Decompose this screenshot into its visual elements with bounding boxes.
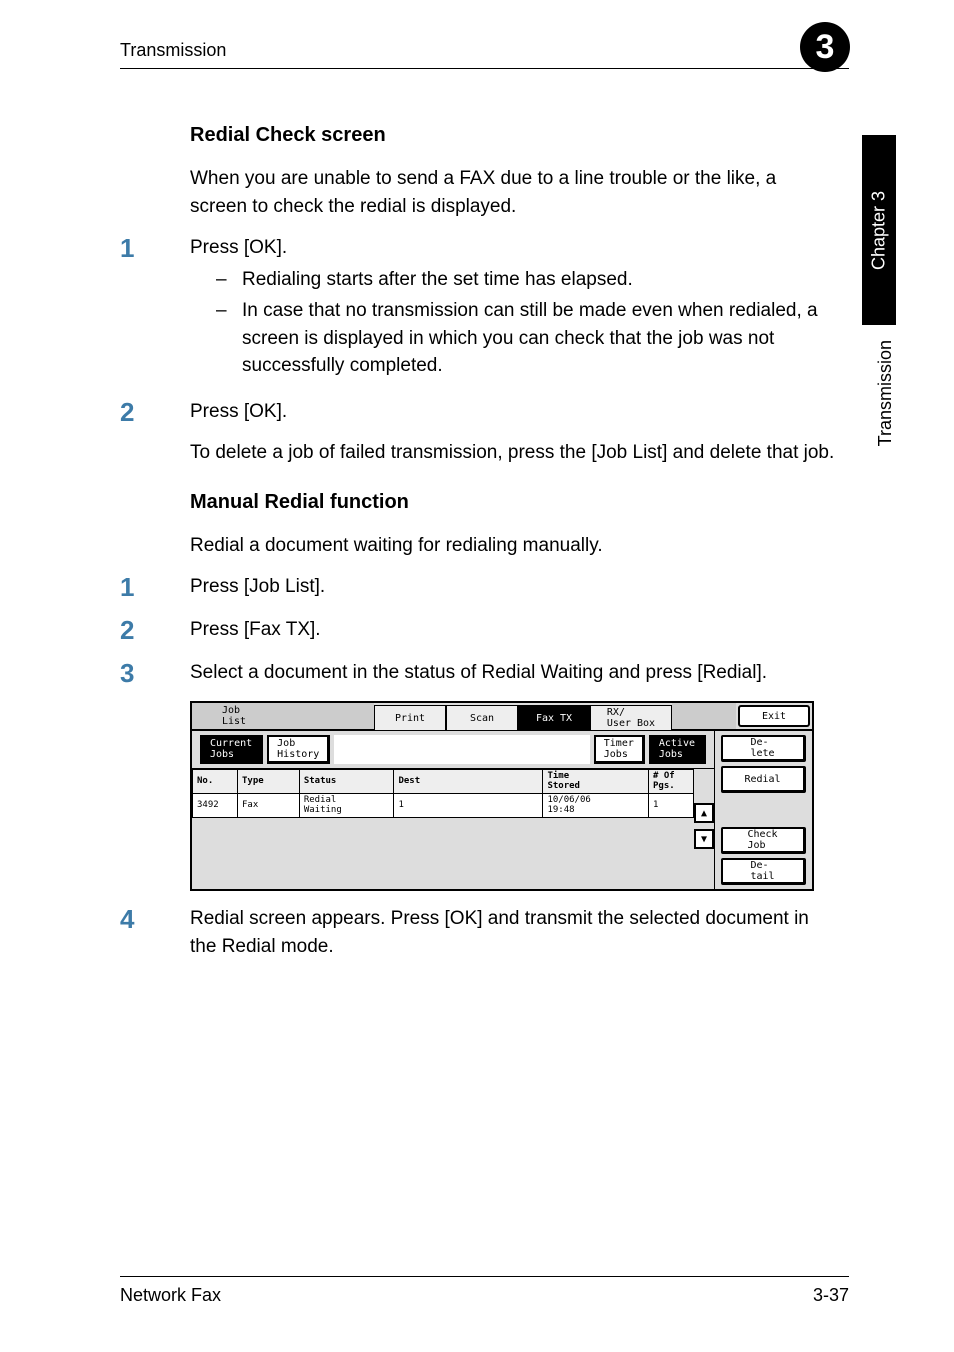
scroll-up-button[interactable]: ▲ (694, 803, 714, 823)
chapter-badge: 3 (800, 22, 850, 72)
step-3: 1 Press [Job List]. (120, 573, 838, 602)
tab-rx-user-box[interactable]: RX/User Box (590, 705, 672, 731)
cell-status: RedialWaiting (299, 794, 394, 818)
exit-button[interactable]: Exit (738, 705, 810, 727)
step-2: 2 Press [OK]. To delete a job of failed … (120, 398, 838, 467)
check-job-button[interactable]: CheckJob (721, 827, 806, 854)
cell-pages: 1 (649, 794, 694, 818)
step-5-number: 3 (120, 659, 190, 688)
arrow-up-icon: ▲ (701, 808, 707, 819)
col-pages: # OfPgs. (649, 770, 694, 794)
heading-manual-redial: Manual Redial function (120, 491, 838, 514)
job-table: No. Type Status Dest TimeStored # OfPgs.… (192, 769, 694, 818)
redial-button[interactable]: Redial (721, 766, 806, 793)
tab-scan[interactable]: Scan (446, 705, 518, 731)
step-4-number: 2 (120, 616, 190, 645)
delete-button[interactable]: De-lete (721, 735, 806, 762)
tab-print[interactable]: Print (374, 705, 446, 731)
step-1-sub-1: Redialing starts after the set time has … (190, 266, 838, 294)
cell-dest: 1 (394, 794, 543, 818)
subtab-active-jobs[interactable]: ActiveJobs (649, 735, 706, 764)
col-no: No. (193, 770, 238, 794)
col-type: Type (238, 770, 300, 794)
step-3-number: 1 (120, 573, 190, 602)
step-2-number: 2 (120, 398, 190, 467)
col-time-stored: TimeStored (543, 770, 649, 794)
step-2-extra: To delete a job of failed transmission, … (190, 439, 838, 467)
running-head: Transmission (120, 40, 226, 61)
step-2-text: Press [OK]. (190, 398, 838, 426)
cell-type: Fax (238, 794, 300, 818)
subtab-job-history[interactable]: JobHistory (267, 735, 330, 764)
step-1-number: 1 (120, 234, 190, 384)
arrow-down-icon: ▼ (701, 834, 707, 845)
col-dest: Dest (394, 770, 543, 794)
footer-rule (120, 1276, 849, 1278)
cell-time: 10/06/0619:48 (543, 794, 649, 818)
step-6-number: 4 (120, 905, 190, 960)
heading-redial-check: Redial Check screen (120, 124, 838, 147)
joblist-label: JobList (192, 703, 276, 729)
header-rule (120, 68, 849, 69)
side-tab-chapter: Chapter 3 (862, 135, 896, 325)
subtab-spacer (334, 735, 589, 764)
step-1: 1 Press [OK]. Redialing starts after the… (120, 234, 838, 384)
tab-fax-tx[interactable]: Fax TX (518, 705, 590, 731)
step-1-sub-2: In case that no transmission can still b… (190, 297, 838, 380)
side-tab-section: Transmission (875, 340, 896, 446)
subtab-current-jobs[interactable]: CurrentJobs (200, 735, 263, 764)
cell-no: 3492 (193, 794, 238, 818)
embedded-screenshot: JobList Print Scan Fax TX RX/User Box Ex… (190, 701, 838, 891)
footer-left: Network Fax (120, 1285, 221, 1306)
detail-button[interactable]: De-tail (721, 858, 806, 885)
step-4: 2 Press [Fax TX]. (120, 616, 838, 645)
step-4-text: Press [Fax TX]. (190, 616, 838, 645)
step-6-text: Redial screen appears. Press [OK] and tr… (190, 905, 838, 960)
step-6: 4 Redial screen appears. Press [OK] and … (120, 905, 838, 960)
intro-paragraph-1: When you are unable to send a FAX due to… (120, 165, 838, 220)
step-5-text: Select a document in the status of Redia… (190, 659, 838, 688)
step-1-text: Press [OK]. (190, 234, 838, 262)
intro-paragraph-2: Redial a document waiting for redialing … (120, 532, 838, 560)
subtab-timer-jobs[interactable]: TimerJobs (594, 735, 645, 764)
table-row[interactable]: 3492 Fax RedialWaiting 1 10/06/0619:48 1 (193, 794, 694, 818)
footer-right: 3-37 (813, 1285, 849, 1306)
step-5: 3 Select a document in the status of Red… (120, 659, 838, 688)
step-3-text: Press [Job List]. (190, 573, 838, 602)
col-status: Status (299, 770, 394, 794)
scroll-down-button[interactable]: ▼ (694, 829, 714, 849)
